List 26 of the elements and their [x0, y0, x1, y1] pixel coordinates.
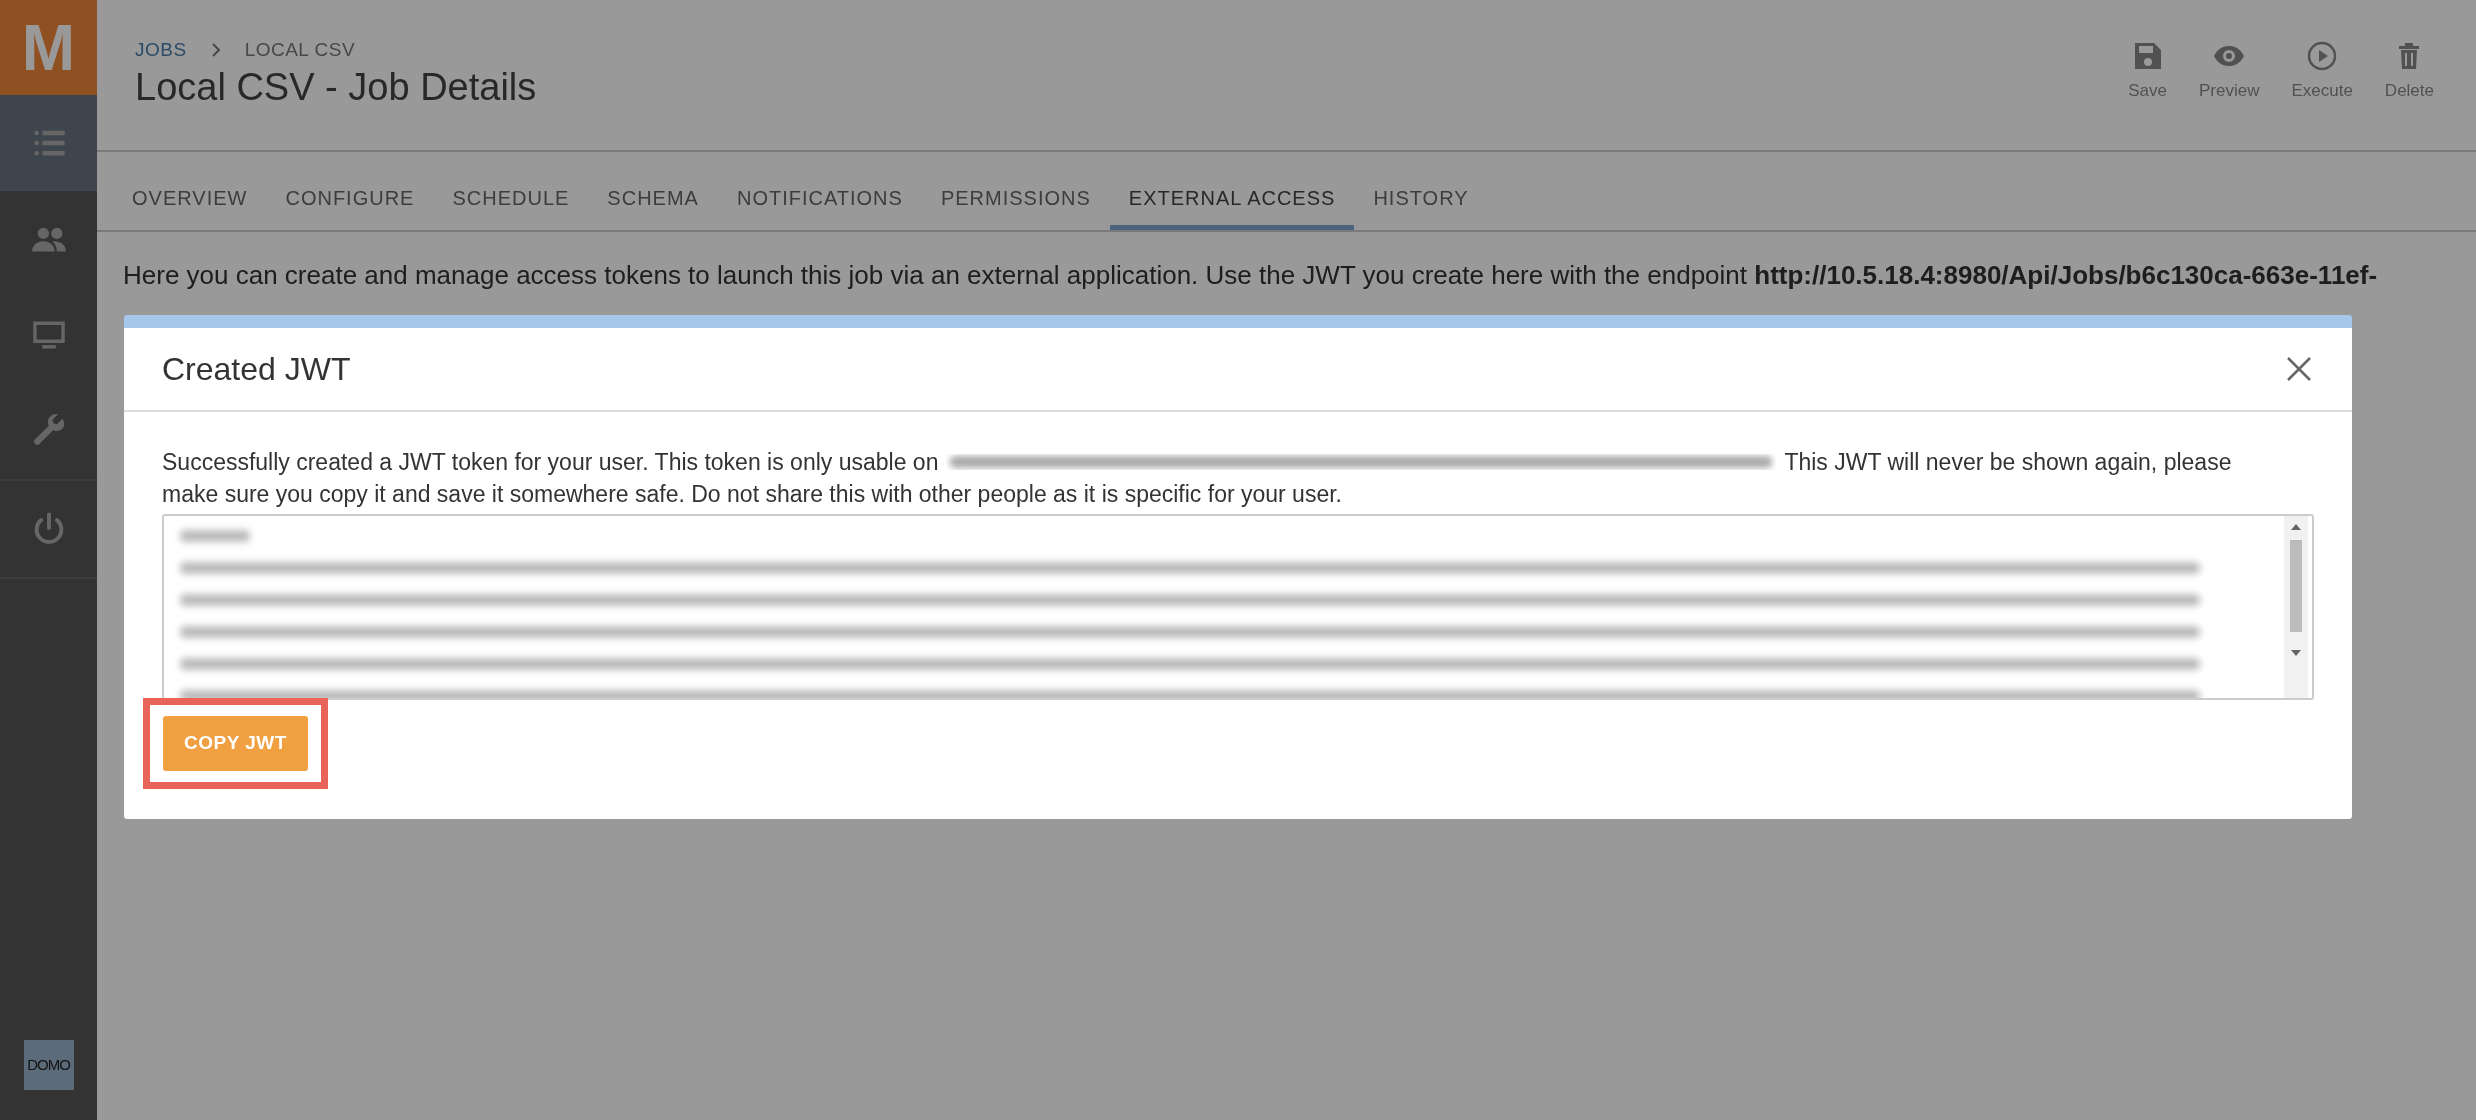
tab[interactable]: CONFIGURE — [266, 152, 434, 230]
tab[interactable]: HISTORY — [1354, 152, 1488, 230]
tab[interactable]: PERMISSIONS — [921, 152, 1110, 230]
tab[interactable]: SCHEMA — [588, 152, 718, 230]
tab[interactable]: OVERVIEW — [113, 152, 267, 230]
tab[interactable]: SCHEDULE — [433, 152, 589, 230]
modal-title: Created JWT — [162, 350, 351, 389]
logo-text: M — [0, 0, 97, 95]
sidebar-item[interactable] — [0, 95, 97, 191]
breadcrumb-link[interactable]: JOBS — [135, 36, 187, 65]
chevron-icon — [210, 42, 221, 59]
preview-button[interactable]: Preview — [2194, 40, 2264, 150]
play-circle-icon — [2306, 40, 2339, 72]
page-title: Local CSV - Job Details — [135, 64, 537, 110]
message-text: make sure you copy it and save it somewhere safe. Do not share this with other people as it is specific for your user. — [162, 480, 1343, 510]
intro-text: Here you can create and manage access tokens to launch this job via an external application. Use the JWT you create here with the endpoint http://10.5.18.4:8980/Api/Jobs/b6c130ca-663e-11ef- — [122, 259, 2379, 292]
tab[interactable]: NOTIFICATIONS — [717, 152, 922, 230]
save-button[interactable]: Save — [2124, 40, 2171, 150]
message-text: Successfully created a JWT token for your user. This token is only usable on — [162, 448, 939, 478]
message-text: This JWT will never be shown again, please — [1784, 448, 2232, 478]
delete-button[interactable]: Delete — [2380, 40, 2438, 150]
breadcrumb-current: LOCAL CSV — [244, 38, 356, 62]
execute-button[interactable]: Execute — [2287, 40, 2357, 150]
domo-logo: DOMO — [23, 1040, 74, 1090]
copy-button[interactable]: COPY JWT — [163, 716, 308, 771]
tab[interactable]: EXTERNAL ACCESS — [1109, 152, 1355, 230]
